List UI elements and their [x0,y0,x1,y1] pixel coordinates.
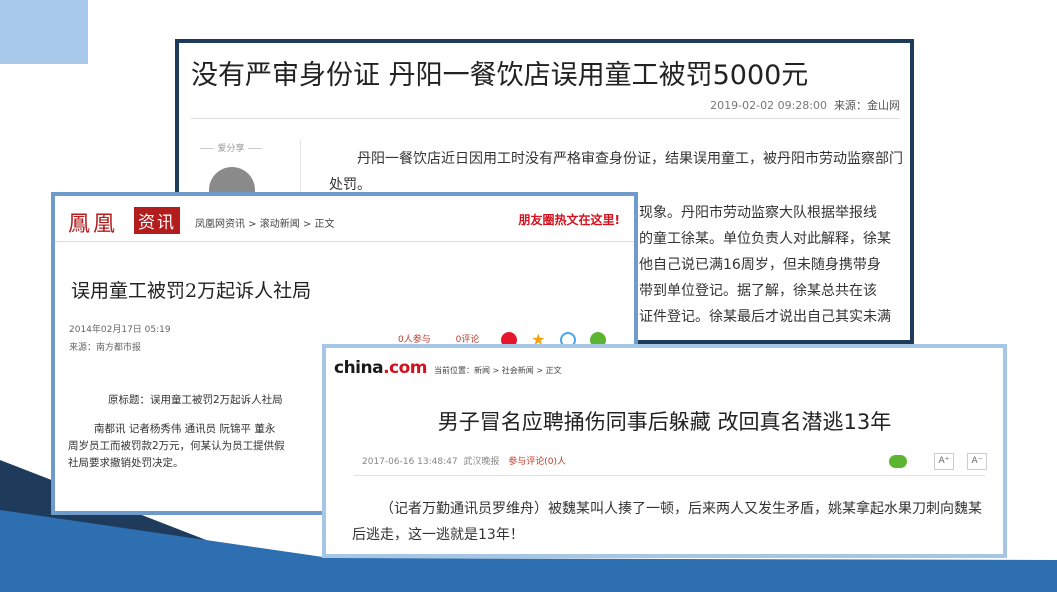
promo-link[interactable]: 朋友圈热文在这里! [519,211,620,228]
chinacom-logo[interactable]: china.com [334,358,428,378]
article-title: 没有严审身份证 丹阳一餐饮店误用童工被罚5000元 [191,60,809,91]
breadcrumb[interactable]: 凤凰网资讯 > 滚动新闻 > 正文 [195,215,334,230]
font-increase-button[interactable]: A⁺ [933,453,954,470]
logo-text: china [334,358,384,378]
comment-link[interactable]: 参与评论(0)人 [508,457,566,467]
text-line: 证件登记。徐某最后才说出自己其实未满 [639,309,891,325]
share-heading: 爱分享 [197,141,265,154]
article-title: 男子冒名应聘捅伤同事后躲藏 改回真名潜逃13年 [437,410,892,434]
text-line: 现象。丹阳市劳动监察大队根据举报线 [639,205,877,221]
site-header: 鳳凰 资讯 凤凰网资讯 > 滚动新闻 > 正文 朋友圈热文在这里! [55,196,634,242]
text-line: 的童工徐某。单位负责人对此解释，徐某 [639,231,891,247]
article-panel-chinacom: china.com 当前位置：新闻 > 社会新闻 > 正文 男子冒名应聘捅伤同事… [322,344,1007,558]
logo-suffix: .com [383,358,428,378]
article-body: （记者万勤通讯员罗维舟）被魏某叫人揍了一顿，后来两人又发生矛盾，姚某拿起水果刀刺… [352,501,982,543]
article-title: 误用童工被罚2万起诉人社局 [71,280,312,302]
article-source: 武汉晚报 [463,457,500,467]
font-decrease-button[interactable]: A⁻ [967,453,987,470]
article-meta: 2017-06-16 13:48:47 武汉晚报 参与评论(0)人 [362,454,566,467]
article-date: 2014年02月17日 05:19 [69,325,171,335]
share-label: 爱分享 [217,144,245,154]
divider [191,118,900,119]
ifeng-channel-badge[interactable]: 资讯 [134,207,180,234]
article-source: 来源：南方都市报 [69,343,142,353]
partial-paragraph-block: 现象。丹阳市劳动监察大队根据举报线 的童工徐某。单位负责人对此解释，徐某 他自己… [639,200,909,330]
wechat-icon[interactable] [888,455,907,468]
article-datetime: 2019-02-02 09:28:00 [710,99,827,112]
text-line: 他自己说已满16周岁，但未随身携带身 [639,257,881,273]
paragraph: 丹阳一餐饮店近日因用工时没有严格审查身份证，结果误用童工，被丹阳市劳动监察部门处… [329,151,903,193]
ifeng-logo[interactable]: 鳳凰 [68,206,118,238]
article-tools: A⁺ A⁻ [888,451,987,470]
article-datetime: 2017-06-16 13:48:47 [362,457,458,467]
text-line: 带到单位登记。据了解，徐某总共在该 [639,283,877,299]
breadcrumb[interactable]: 当前位置：新闻 > 社会新闻 > 正文 [434,365,562,376]
article-meta: 2019-02-02 09:28:00 来源：金山网 [710,97,900,113]
divider [354,475,985,476]
article-source[interactable]: 来源：金山网 [834,99,900,112]
